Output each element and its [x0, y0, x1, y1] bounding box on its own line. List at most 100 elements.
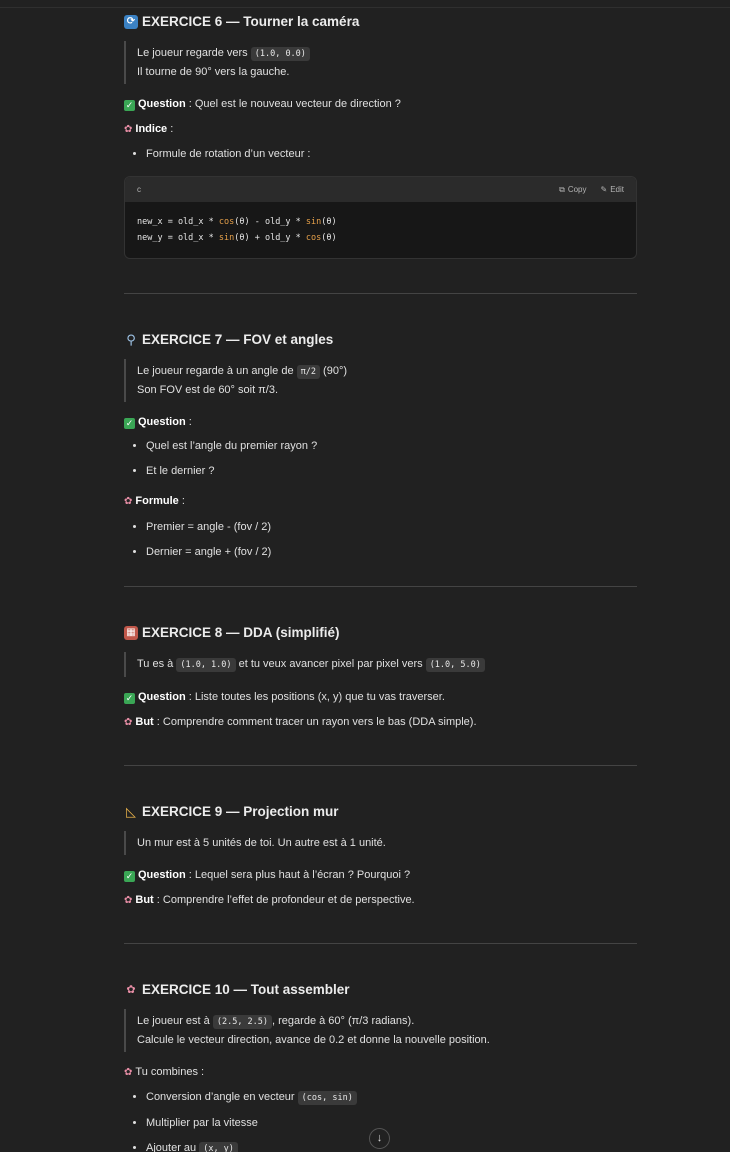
- scroll-to-bottom-button[interactable]: ↓: [369, 1128, 390, 1149]
- quote-text: Il tourne de 90° vers la gauche.: [137, 66, 290, 78]
- quote-text: Un mur est à 5 unités de toi. Un autre e…: [137, 837, 386, 849]
- question-label: Question: [138, 416, 186, 428]
- list-item: Multiplier par la vitesse: [146, 1115, 637, 1131]
- divider: [124, 586, 637, 587]
- exercise-6-quote: Le joueur regarde vers (1.0, 0.0) Il tou…: [124, 41, 637, 84]
- check-icon: ✓: [124, 418, 135, 429]
- magnifier-icon: ⚲: [126, 332, 136, 347]
- goal-line: ✿ But : Comprendre comment tracer un rayo…: [124, 714, 637, 731]
- code-block: c ⧉ Copy ✎ Edit new_x = old_x * cos(θ) -…: [124, 176, 637, 259]
- chat-message-content: ⟳ EXERCICE 6 — Tourner la caméra Le joue…: [124, 12, 637, 1152]
- divider: [124, 765, 637, 766]
- exercise-8-heading: ▦ EXERCICE 8 — DDA (simplifié): [124, 623, 637, 643]
- goal-text: : Comprendre l’effet de profondeur et de…: [153, 894, 415, 906]
- goal-label: But: [135, 716, 154, 728]
- formula-list: Premier = angle - (fov / 2) Dernier = an…: [124, 519, 637, 560]
- hint-label: Indice: [135, 123, 168, 135]
- quote-text: (90°): [319, 365, 348, 377]
- inline-code: (1.0, 1.0): [176, 658, 236, 672]
- inline-code: (1.0, 5.0): [425, 658, 485, 672]
- code-content: new_x = old_x * cos(θ) - old_y * sin(θ) n…: [125, 202, 636, 258]
- edit-label: Edit: [610, 185, 624, 194]
- arrow-down-icon: ↓: [376, 1132, 383, 1144]
- question-line: ✓ Question : Quel est le nouveau vecteur …: [124, 96, 637, 112]
- goal-label: But: [135, 894, 154, 906]
- exercise-9-title: EXERCICE 9 — Projection mur: [142, 804, 339, 819]
- inline-code: π/2: [296, 365, 320, 379]
- pencil-icon: ✎: [600, 185, 608, 194]
- brain-icon: ✿: [124, 895, 133, 906]
- quote-text: Calcule le vecteur direction, avance de …: [137, 1034, 490, 1046]
- question-label: Question: [138, 869, 186, 881]
- question-list: Quel est l’angle du premier rayon ? Et l…: [124, 438, 637, 479]
- check-icon: ✓: [124, 693, 135, 704]
- list-item: Formule de rotation d’un vecteur :: [146, 146, 637, 162]
- list-item: Conversion d’angle en vecteur (cos, sin): [146, 1089, 637, 1106]
- question-label: Question: [138, 98, 186, 110]
- copy-button[interactable]: ⧉ Copy: [559, 185, 586, 195]
- formula-text: :: [178, 495, 185, 507]
- formula-line: ✿ Formule :: [124, 493, 637, 510]
- quote-text: Le joueur regarde à un angle de: [137, 365, 297, 377]
- repeat-icon: ⟳: [124, 15, 138, 29]
- exercise-10-heading: ✿ EXERCICE 10 — Tout assembler: [124, 980, 637, 1000]
- quote-text: Le joueur regarde vers: [137, 47, 251, 59]
- exercise-7-heading: ⚲ EXERCICE 7 — FOV et angles: [124, 330, 637, 350]
- list-item: Et le dernier ?: [146, 463, 637, 479]
- combine-text: Tu combines :: [135, 1066, 205, 1078]
- brick-icon: ▦: [124, 626, 138, 640]
- divider: [124, 293, 637, 294]
- code-block-header: c ⧉ Copy ✎ Edit: [125, 177, 636, 202]
- hint-text: :: [167, 123, 174, 135]
- exercise-6-heading: ⟳ EXERCICE 6 — Tourner la caméra: [124, 12, 637, 32]
- quote-text: Tu es à: [137, 658, 177, 670]
- top-bar: [0, 0, 730, 8]
- exercise-8: ▦ EXERCICE 8 — DDA (simplifié) Tu es à (…: [124, 623, 637, 731]
- exercise-9-heading: ◺ EXERCICE 9 — Projection mur: [124, 802, 637, 822]
- brain-icon: ✿: [124, 717, 133, 728]
- combine-line: ✿ Tu combines :: [124, 1064, 637, 1081]
- exercise-6: ⟳ EXERCICE 6 — Tourner la caméra Le joue…: [124, 12, 637, 259]
- brain-icon: ✿: [124, 1067, 133, 1078]
- code-line: new_y = old_x * sin(θ) + old_y * cos(θ): [137, 233, 337, 243]
- code-language: c: [137, 185, 141, 194]
- question-label: Question: [138, 691, 186, 703]
- copy-label: Copy: [567, 185, 587, 194]
- list-item: Quel est l’angle du premier rayon ?: [146, 438, 637, 454]
- brain-icon: ✿: [124, 124, 133, 135]
- exercise-10: ✿ EXERCICE 10 — Tout assembler Le joueur…: [124, 980, 637, 1152]
- check-icon: ✓: [124, 100, 135, 111]
- code-line: new_x = old_x * cos(θ) - old_y * sin(θ): [137, 217, 337, 227]
- inline-code: (2.5, 2.5): [212, 1015, 273, 1029]
- quote-text: et tu veux avancer pixel par pixel vers: [235, 658, 426, 670]
- quote-text: , regarde à 60° (π/3 radians).: [272, 1015, 415, 1027]
- question-text: : Lequel sera plus haut à l’écran ? Pour…: [185, 869, 411, 881]
- exercise-7: ⚲ EXERCICE 7 — FOV et angles Le joueur r…: [124, 330, 637, 560]
- copy-icon: ⧉: [559, 184, 565, 194]
- question-line: ✓ Question :: [124, 414, 637, 430]
- hint-line: ✿ Indice :: [124, 121, 637, 138]
- exercise-8-quote: Tu es à (1.0, 1.0) et tu veux avancer pi…: [124, 652, 637, 677]
- quote-text: Le joueur est à: [137, 1015, 213, 1027]
- goal-line: ✿ But : Comprendre l’effet de profondeur …: [124, 892, 637, 909]
- formula-label: Formule: [135, 495, 179, 507]
- brain-icon: ✿: [126, 984, 136, 996]
- exercise-9-quote: Un mur est à 5 unités de toi. Un autre e…: [124, 831, 637, 855]
- divider: [124, 943, 637, 944]
- inline-code: (x, y): [199, 1142, 238, 1152]
- hint-list: Formule de rotation d’un vecteur :: [124, 146, 637, 162]
- exercise-10-quote: Le joueur est à (2.5, 2.5), regarde à 60…: [124, 1009, 637, 1052]
- question-text: : Liste toutes les positions (x, y) que …: [185, 691, 445, 703]
- inline-code: (1.0, 0.0): [250, 47, 310, 61]
- question-line: ✓ Question : Liste toutes les positions (…: [124, 689, 637, 705]
- quote-text: Son FOV est de 60° soit π/3.: [137, 384, 279, 396]
- question-text: :: [185, 416, 192, 428]
- exercise-9: ◺ EXERCICE 9 — Projection mur Un mur est…: [124, 802, 637, 909]
- edit-button[interactable]: ✎ Edit: [601, 185, 625, 194]
- question-line: ✓ Question : Lequel sera plus haut à l’éc…: [124, 867, 637, 883]
- list-item: Premier = angle - (fov / 2): [146, 519, 637, 535]
- exercise-7-quote: Le joueur regarde à un angle de π/2 (90°…: [124, 359, 637, 402]
- exercise-7-title: EXERCICE 7 — FOV et angles: [142, 332, 334, 347]
- brain-icon: ✿: [124, 496, 133, 507]
- exercise-6-title: EXERCICE 6 — Tourner la caméra: [142, 14, 360, 29]
